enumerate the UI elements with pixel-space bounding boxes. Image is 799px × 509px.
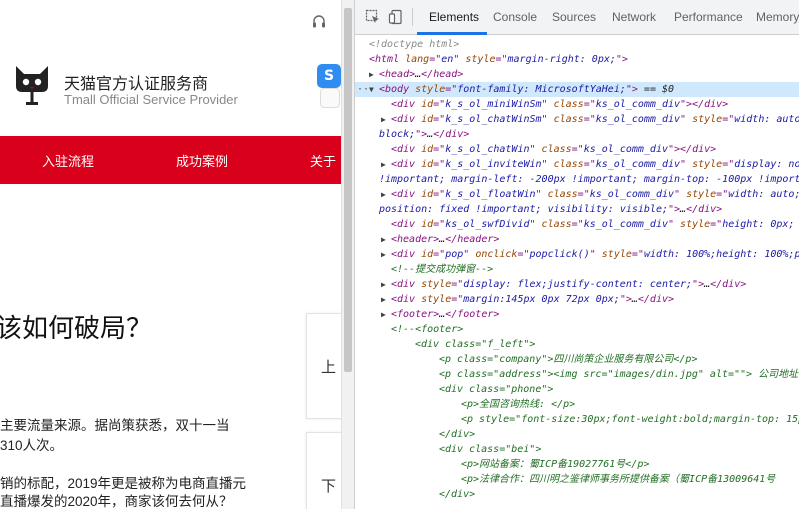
dom-node-text: <p>全国咨询热线: </p> (461, 399, 576, 410)
next-article-label: 下 (321, 478, 337, 495)
dom-node-text: </div> (439, 429, 476, 440)
tab-memory[interactable]: Memory (756, 0, 799, 35)
dom-node-text: <p>网站备案：蜀ICP备19027761号</p> (461, 459, 650, 470)
dom-node-text: <body style="font-family: MicrosoftYaHei… (379, 84, 675, 95)
dom-node-selected[interactable]: ··· ▼ <body style="font-family: MicrosoftY… (355, 82, 799, 97)
dom-node-text: <!--<footer> (391, 324, 464, 335)
dom-node-text: <div id="k_s_ol_miniWinSm" class="ks_ol_… (391, 99, 729, 110)
dom-node-text: <div style="display: flex;justify-conten… (391, 279, 747, 290)
brand-name-cn: 天猫官方认证服务商 (64, 76, 209, 93)
dom-node-text: <!--提交成功弹窗--> (391, 264, 494, 275)
expand-triangle-icon[interactable]: ▶ (369, 67, 374, 82)
expand-triangle-icon[interactable]: ▶ (381, 247, 386, 262)
dom-node-text: position: fixed !important; visibility: … (379, 204, 723, 215)
prev-article-label: 上 (321, 359, 337, 376)
tab-network[interactable]: Network (612, 0, 656, 35)
expand-triangle-icon[interactable]: ▶ (381, 307, 386, 322)
floating-widget-icon[interactable] (320, 88, 340, 108)
devtools-panel: Elements Console Sources Network Perform… (354, 0, 799, 509)
tab-performance[interactable]: Performance (674, 0, 743, 35)
expand-triangle-icon[interactable]: ▶ (381, 232, 386, 247)
page-scrollbar[interactable] (341, 0, 354, 509)
inspect-element-icon[interactable] (365, 9, 381, 25)
dom-node-text: <p class="address"><img src="images/din.… (439, 369, 799, 380)
expand-triangle-icon[interactable]: ▶ (381, 187, 386, 202)
nav-item-cases[interactable]: 成功案例 (176, 151, 228, 170)
article-paragraph-line: 310人次。 (0, 438, 64, 453)
dom-node-text: <!doctype html> (369, 39, 460, 50)
dom-node-text: <p>法律合作：四川明之鉴律师事务所提供备案（蜀ICP备13009641号 (461, 474, 776, 485)
toolbar-separator (412, 8, 413, 26)
page-scrollbar-thumb[interactable] (344, 8, 352, 372)
tmall-cat-logo-icon[interactable] (12, 64, 52, 108)
dom-node-text: <header>…</header> (391, 234, 500, 245)
dom-node-text: <head>…</head> (379, 69, 464, 80)
expand-triangle-icon[interactable]: ▶ (381, 112, 386, 127)
nav-item-about[interactable]: 关于 (310, 151, 336, 170)
article-headline: 该如何破局？ (0, 313, 153, 343)
dom-node-text: <div style="margin:145px 0px 72px 0px;">… (391, 294, 675, 305)
page-top-strip (0, 0, 341, 40)
article-paragraph-line: 销的标配，2019年更是被称为电商直播元 (0, 476, 247, 491)
tab-console[interactable]: Console (493, 0, 537, 35)
dom-node-text: <div class="phone"> (439, 384, 554, 395)
dom-node-text: !important; margin-left: -200px !importa… (379, 174, 799, 185)
dom-node-text: <div class="f_left"> (415, 339, 536, 350)
nav-item-process[interactable]: 入驻流程 (42, 151, 94, 170)
expand-triangle-icon[interactable]: ▶ (381, 277, 386, 292)
collapse-triangle-icon[interactable]: ▼ (369, 82, 374, 97)
dom-node-text: block;">…</div> (379, 129, 470, 140)
elements-dom-tree[interactable]: <!doctype html> <html lang="en" style="ma… (355, 35, 799, 509)
dom-node-text: <div class="bei"> (439, 444, 542, 455)
prev-article-card[interactable]: 上 (306, 313, 341, 419)
dom-node-text: <p style="font-size:30px;font-weight:bol… (461, 414, 799, 425)
extension-badge-icon[interactable]: S (317, 64, 341, 88)
devtools-toolbar: Elements Console Sources Network Perform… (355, 0, 799, 35)
expand-triangle-icon[interactable]: ▶ (381, 157, 386, 172)
dom-node-text: <p class="company">四川尚策企业服务有限公司</p> (439, 354, 698, 365)
webpage-viewport: 天猫官方认证服务商 Tmall Official Service Provide… (0, 0, 341, 509)
tab-elements[interactable]: Elements (429, 0, 479, 35)
article-paragraph-line: 主要流量来源。据尚策获悉，双十一当 (0, 418, 230, 433)
dom-node-text: <footer>…</footer> (391, 309, 500, 320)
next-article-card[interactable]: 下 (306, 432, 341, 509)
dom-node-text: <html lang="en" style="margin-right: 0px… (369, 54, 628, 65)
dom-node-text: </div> (439, 489, 476, 500)
main-nav-bar: 入驻流程 成功案例 关于 (0, 136, 341, 184)
headset-icon[interactable] (311, 14, 327, 30)
device-toggle-icon[interactable] (388, 9, 404, 25)
brand-name-en: Tmall Official Service Provider (64, 92, 238, 107)
expand-triangle-icon[interactable]: ▶ (381, 292, 386, 307)
dom-node-text: <div id="pop" onclick="popclick()" style… (391, 249, 799, 260)
article-paragraph-line: 直播爆发的2020年，商家该何去何从？ (0, 494, 233, 509)
dom-node-text: <div id="k_s_ol_floatWin" class="ks_ol_c… (391, 189, 799, 200)
dom-node-text: <div id="ks_ol_swfDivid" class="ks_ol_co… (391, 219, 795, 230)
dom-node-text: <div id="k_s_ol_inviteWin" class="ks_ol_… (391, 159, 799, 170)
dom-node-text: <div id="k_s_ol_chatWinSm" class="ks_ol_… (391, 114, 799, 125)
tab-sources[interactable]: Sources (552, 0, 596, 35)
dom-node-text: <div id="k_s_ol_chatWin" class="ks_ol_co… (391, 144, 717, 155)
